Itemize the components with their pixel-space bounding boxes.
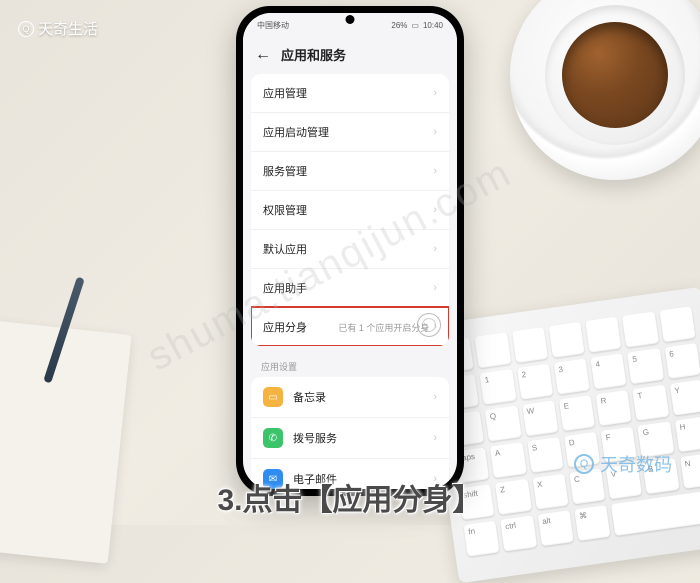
chevron-right-icon: › bbox=[433, 87, 437, 99]
back-icon[interactable]: ← bbox=[255, 46, 271, 64]
chevron-right-icon: › bbox=[433, 282, 437, 294]
chevron-right-icon: › bbox=[433, 432, 437, 444]
phone-screen: 中国移动 26% ▭ 10:40 ← 应用和服务 应用管理 › 应用启动管理 ›… bbox=[243, 13, 457, 489]
phone-frame: 中国移动 26% ▭ 10:40 ← 应用和服务 应用管理 › 应用启动管理 ›… bbox=[236, 6, 464, 496]
instruction-caption: 3.点击【应用分身】 bbox=[0, 475, 700, 519]
notebook bbox=[0, 316, 132, 564]
row-default-apps[interactable]: 默认应用 › bbox=[251, 229, 449, 268]
apps-section: ▭ 备忘录 › ✆ 拨号服务 › ✉ 电子邮件 › ▶ 华为视频 › bbox=[251, 377, 449, 489]
chevron-right-icon: › bbox=[433, 243, 437, 255]
carrier-label: 中国移动 bbox=[257, 20, 289, 31]
chevron-right-icon: › bbox=[433, 391, 437, 403]
watermark-bottom-right: Q天奇数码 bbox=[574, 451, 672, 477]
app-row-notes[interactable]: ▭ 备忘录 › bbox=[251, 377, 449, 417]
group-title-app-settings: 应用设置 bbox=[243, 354, 457, 377]
front-camera bbox=[346, 15, 355, 24]
chevron-right-icon: › bbox=[433, 321, 437, 333]
time-label: 10:40 bbox=[423, 21, 443, 30]
chevron-right-icon: › bbox=[433, 204, 437, 216]
chevron-right-icon: › bbox=[433, 165, 437, 177]
row-permission-management[interactable]: 权限管理 › bbox=[251, 190, 449, 229]
notes-icon: ▭ bbox=[263, 387, 283, 407]
keyboard: esc ~123456 tabQWERTY capsASDFGH shiftZX… bbox=[423, 287, 700, 583]
row-app-management[interactable]: 应用管理 › bbox=[251, 74, 449, 112]
page-title: 应用和服务 bbox=[281, 45, 346, 64]
row-app-assistant[interactable]: 应用助手 › bbox=[251, 268, 449, 307]
page-header: ← 应用和服务 bbox=[243, 37, 457, 74]
battery-label: 26% bbox=[391, 21, 407, 30]
battery-icon: ▭ bbox=[411, 21, 419, 30]
app-row-dialer[interactable]: ✆ 拨号服务 › bbox=[251, 417, 449, 458]
row-app-launch-management[interactable]: 应用启动管理 › bbox=[251, 112, 449, 151]
row-service-management[interactable]: 服务管理 › bbox=[251, 151, 449, 190]
phone-icon: ✆ bbox=[263, 428, 283, 448]
coffee bbox=[562, 22, 668, 128]
settings-section: 应用管理 › 应用启动管理 › 服务管理 › 权限管理 › 默认应用 › 应用助… bbox=[251, 74, 449, 346]
row-app-twin[interactable]: 应用分身 已有 1 个应用开启分身 › bbox=[251, 307, 449, 346]
row-app-twin-subtitle: 已有 1 个应用开启分身 bbox=[338, 321, 429, 334]
chevron-right-icon: › bbox=[433, 126, 437, 138]
watermark-top-left: Q天奇生活 bbox=[18, 18, 98, 39]
